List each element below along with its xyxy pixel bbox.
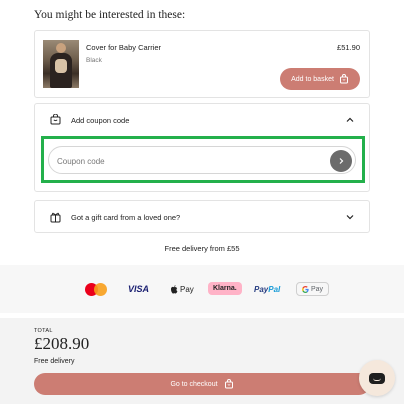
checkout-label: Go to checkout: [170, 380, 218, 388]
paypal-pal-label: Pal: [268, 284, 281, 294]
gift-icon: [50, 212, 61, 223]
visa-logo: VISA: [128, 284, 150, 294]
google-pay-logo: Pay: [296, 282, 330, 296]
delivery-text: Free delivery: [34, 358, 75, 365]
basket-icon: [224, 379, 233, 389]
product-name[interactable]: Cover for Baby Carrier: [86, 43, 161, 52]
product-price: £51.90: [337, 43, 360, 52]
recommendations-title: You might be interested in these:: [34, 9, 186, 21]
go-to-checkout-button[interactable]: Go to checkout: [34, 373, 370, 395]
coupon-input[interactable]: [57, 151, 317, 171]
apple-pay-label: Pay: [180, 284, 194, 294]
gift-card-label: Got a gift card from a loved one?: [71, 213, 181, 222]
checkout-summary: TOTAL £208.90 Free delivery Go to checko…: [0, 318, 404, 404]
product-image[interactable]: [43, 40, 79, 88]
apple-pay-logo: Pay: [170, 282, 194, 296]
chat-button[interactable]: [359, 360, 395, 396]
basket-icon: [339, 74, 348, 84]
add-to-basket-button[interactable]: Add to basket: [280, 68, 360, 90]
coupon-submit-button[interactable]: [330, 150, 352, 172]
basket-icon: [50, 114, 61, 125]
coupon-field: [48, 146, 356, 174]
chevron-right-icon: [339, 158, 344, 164]
paypal-pay-label: Pay: [254, 284, 269, 294]
google-pay-label: Pay: [311, 285, 324, 293]
payment-methods: VISA Pay Pay Pal: [0, 265, 404, 313]
free-delivery-note: Free delivery from £55: [164, 244, 240, 253]
product-variant: Black: [86, 57, 102, 64]
google-g-icon: [302, 285, 309, 293]
mastercard-icon: [85, 282, 107, 296]
chevron-down-icon: [346, 215, 354, 220]
coupon-toggle[interactable]: Add coupon code: [35, 104, 369, 136]
coupon-header-label: Add coupon code: [71, 116, 130, 125]
add-to-basket-label: Add to basket: [291, 75, 334, 83]
chevron-up-icon: [346, 117, 354, 122]
chat-icon: [369, 372, 385, 384]
total-amount: £208.90: [34, 334, 90, 353]
gift-card-toggle[interactable]: Got a gift card from a loved one?: [34, 200, 370, 233]
paypal-logo: Pay Pal: [254, 282, 280, 296]
apple-icon: [171, 284, 178, 293]
product-card: Cover for Baby Carrier Black £51.90 Add …: [34, 30, 370, 98]
klarna-logo: Klarna.: [208, 282, 242, 295]
